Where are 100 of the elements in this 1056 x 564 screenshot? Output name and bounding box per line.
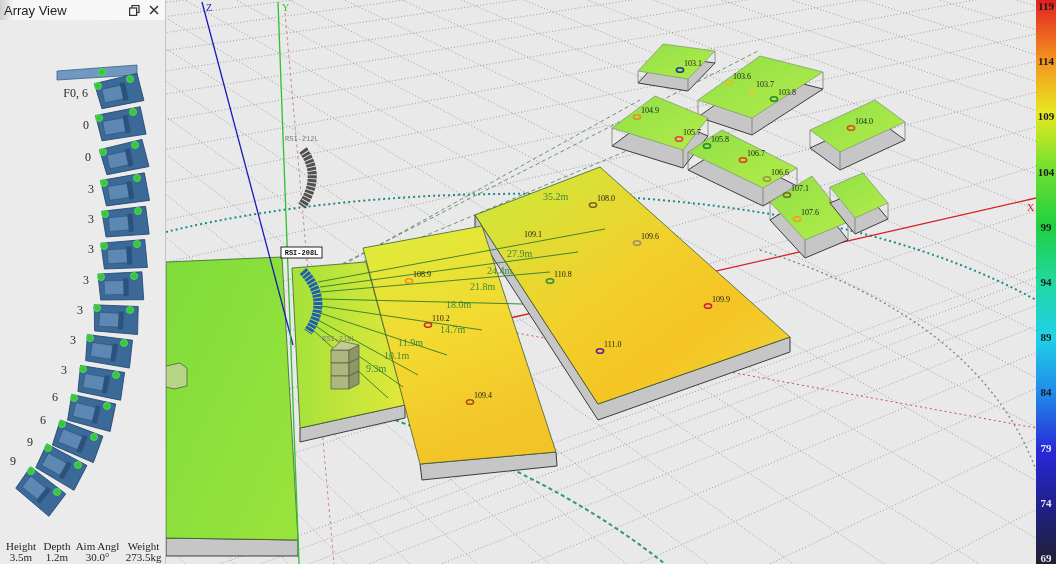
rigging-point-icon [90, 433, 98, 441]
rigging-point-icon [100, 179, 108, 187]
spl-reading: 106.7 [747, 149, 765, 158]
splay-angle-label: 3 [70, 333, 76, 347]
rigging-point-icon [101, 210, 109, 218]
speaker-cabinet [99, 139, 150, 176]
scale-tick-label: 99 [1040, 220, 1052, 233]
spl-reading: 108.9 [413, 270, 431, 279]
speaker-cabinet [100, 239, 148, 270]
scale-tick-label: 109 [1037, 110, 1055, 123]
axis-label: Y [282, 2, 290, 13]
splay-angle-label: F0, 6 [63, 86, 88, 100]
distance-label: 24.4m [487, 265, 513, 276]
scale-tick-label: 74 [1040, 496, 1052, 509]
rigging-point-icon [53, 488, 61, 496]
rigging-point-icon [99, 148, 107, 156]
panel-title: Array View [4, 2, 68, 18]
scale-tick-label: 114 [1038, 55, 1054, 68]
rigging-point-icon [44, 444, 52, 452]
splay-angle-label: 3 [83, 273, 89, 287]
rigging-point-icon [97, 273, 105, 281]
rigging-point-icon [131, 141, 139, 149]
spl-reading: 105.8 [711, 135, 729, 144]
spec-value: 3.5m [9, 552, 33, 563]
rigging-point-icon [130, 272, 138, 280]
rigging-point-icon [134, 207, 142, 215]
rigging-point-icon [70, 394, 78, 402]
scale-tick-label: 104 [1037, 165, 1055, 178]
spl-reading: 103.8 [778, 88, 796, 97]
axis-label: Z [206, 2, 213, 13]
scale-tick-label: 79 [1040, 441, 1052, 454]
splay-angle-label: 3 [88, 242, 94, 256]
speaker-cabinet [85, 334, 133, 369]
splay-angle-label: 9 [10, 454, 16, 468]
rigging-point-icon [126, 75, 134, 83]
rigging-point-icon [112, 371, 120, 379]
rigging-point-icon [120, 339, 128, 347]
spl-reading: 110.8 [554, 270, 572, 279]
rigging-point-icon [126, 306, 134, 314]
rigging-point-icon [98, 68, 106, 76]
splay-angle-label: 0 [83, 118, 89, 132]
restore-icon[interactable] [129, 4, 140, 16]
rigging-point-icon [133, 240, 141, 248]
close-icon[interactable] [149, 5, 159, 15]
rigging-point-icon [86, 334, 94, 342]
rigging-point-icon [95, 114, 103, 122]
spec-label: Height [5, 541, 37, 552]
splay-angle-label: 3 [88, 182, 94, 196]
spec-label: Aim Angl [74, 541, 121, 552]
scale-tick-label: 84 [1040, 386, 1052, 399]
spec-label: Weight [126, 541, 161, 552]
scale-tick-label: 119 [1038, 0, 1054, 12]
spec-value: 273.5kg [124, 552, 163, 563]
spec-label: Depth [42, 541, 72, 552]
speaker-cabinet [101, 205, 150, 238]
scale-tick-label: 89 [1040, 331, 1052, 344]
spl-reading: 109.4 [474, 391, 492, 400]
spl-reading: 109.1 [524, 230, 542, 239]
splay-angle-label: 3 [77, 303, 83, 317]
spl-reading: 107.6 [801, 208, 819, 217]
spl-reading: 109.9 [712, 295, 730, 304]
spl-reading: 106.6 [771, 168, 789, 177]
splay-angle-label: 9 [27, 435, 33, 449]
spl-reading: 103.1 [684, 59, 702, 68]
speaker-cabinet [100, 172, 150, 207]
rigging-point-icon [27, 467, 35, 475]
rigging-point-icon [100, 242, 108, 250]
rigging-point-icon [58, 420, 66, 428]
splay-angle-label: 6 [52, 390, 58, 404]
scale-tick-label: 69 [1040, 551, 1052, 564]
rigging-point-icon [74, 461, 82, 469]
splay-angle-label: 6 [40, 413, 46, 427]
distance-label: 14.7m [440, 324, 466, 335]
spl-reading: 104.9 [641, 106, 659, 115]
distance-label: 10.1m [384, 350, 410, 361]
distance-label: 27.9m [507, 248, 533, 259]
speaker-cabinet [93, 304, 139, 335]
spl-reading: 111.0 [604, 340, 622, 349]
rigging-point-icon [103, 402, 111, 410]
spl-reading: 104.0 [855, 117, 873, 126]
spl-reading: 103.7 [756, 80, 774, 89]
spl-reading: 109.6 [641, 232, 659, 241]
spl-reading: 103.6 [733, 72, 751, 81]
speaker-cabinet [95, 106, 147, 142]
speaker-cabinet [15, 466, 67, 517]
distance-label: 35.2m [543, 191, 569, 202]
splay-angle-label: 0 [85, 150, 91, 164]
splay-angle-label: 3 [88, 212, 94, 226]
splay-angle-label: 3 [61, 363, 67, 377]
speaker-cabinet [97, 271, 145, 301]
spl-reading: 107.1 [791, 184, 809, 193]
distance-label: 21.8m [470, 281, 496, 292]
spec-value: 1.2m [45, 552, 69, 563]
rigging-point-icon [93, 304, 101, 312]
scale-tick-label: 94 [1040, 275, 1052, 288]
rigging-point-icon [129, 108, 137, 116]
rigging-point-icon [94, 82, 102, 90]
axis-label: X [1027, 202, 1035, 213]
rigging-point-icon [133, 174, 141, 182]
spl-reading: 110.2 [432, 314, 450, 323]
